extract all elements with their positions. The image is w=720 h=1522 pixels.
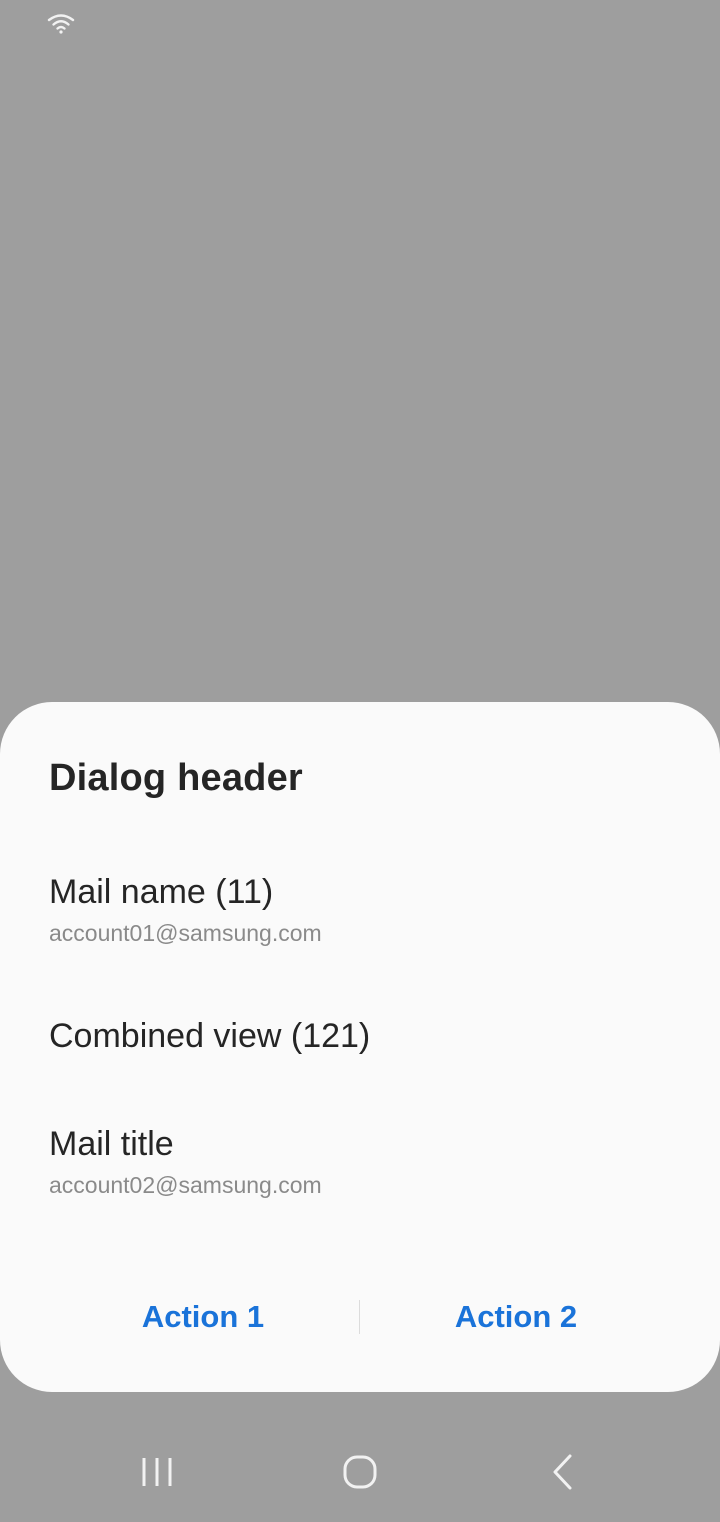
list-item-combined-view[interactable]: Combined view (121) <box>49 1016 370 1056</box>
home-button[interactable] <box>330 1450 390 1494</box>
action-1-button[interactable]: Action 1 <box>23 1292 383 1342</box>
list-item-title: Combined view (121) <box>49 1017 371 1055</box>
list-item-mail-name[interactable]: Mail name (11) account01@samsung.com <box>49 872 322 948</box>
dialog-header: Dialog header <box>49 757 303 799</box>
recents-button[interactable] <box>128 1450 188 1494</box>
status-bar <box>0 0 720 44</box>
back-icon <box>553 1454 572 1490</box>
list-item-subtitle: account01@samsung.com <box>49 920 322 946</box>
back-button[interactable] <box>533 1450 593 1494</box>
list-item-subtitle: account02@samsung.com <box>49 1172 322 1198</box>
recents-icon <box>142 1458 172 1486</box>
wifi-icon <box>47 14 75 34</box>
navigation-bar <box>0 1420 720 1522</box>
home-icon <box>343 1455 377 1489</box>
dialog-actions: Action 1 Action 2 <box>0 1292 720 1342</box>
action-2-button[interactable]: Action 2 <box>336 1292 696 1342</box>
list-item-title: Mail title <box>49 1125 174 1163</box>
list-item-mail-title[interactable]: Mail title account02@samsung.com <box>49 1124 322 1200</box>
list-item-title: Mail name (11) <box>49 873 274 911</box>
